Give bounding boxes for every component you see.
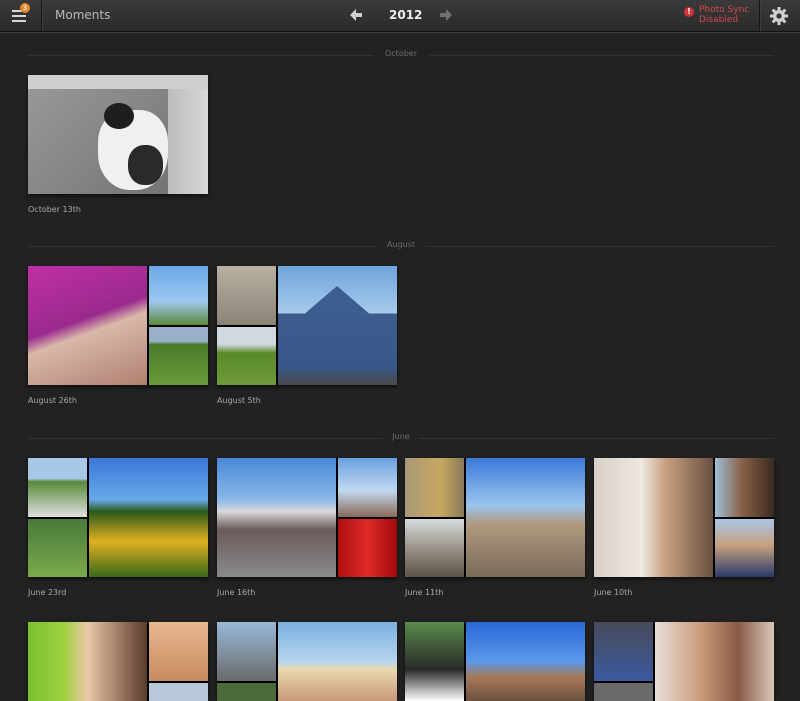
menu-button[interactable]: 3 [0,0,42,31]
moment-date: June 16th [217,588,256,597]
moment-thumbnail[interactable] [28,266,208,385]
photo-tile [405,458,464,517]
section-label: August [381,240,421,249]
photo-tile [594,458,713,577]
photo-tile [594,683,653,701]
photo-tile [715,458,774,517]
photo-tile [217,683,276,701]
photo-tile [466,458,585,577]
photo-tile [338,458,397,517]
photo-tile [594,622,653,681]
moment-thumbnail[interactable] [594,458,774,577]
photo-tile [217,266,276,325]
gear-icon[interactable] [769,6,789,26]
moment-date: June 11th [405,588,444,597]
page-title: Moments [55,8,111,22]
photo-tile [149,622,208,681]
section-label: June [386,432,416,441]
moment-thumbnail[interactable] [28,622,208,701]
moment-date: August 5th [217,396,261,405]
moment-date: October 13th [28,205,81,214]
alert-icon: ! [684,7,694,17]
photo-tile [28,266,147,385]
moment-thumbnail[interactable] [217,266,397,385]
moment-thumbnail[interactable] [405,622,585,701]
moment-thumbnail[interactable] [594,622,774,701]
sync-status-line2: Disabled [699,15,739,25]
section-label: October [378,49,423,58]
notification-badge: 3 [20,3,30,13]
section-header-june: June [28,432,774,444]
photo-tile [217,622,276,681]
photo-tile [655,622,774,701]
arrow-right-icon[interactable] [438,7,454,23]
arrow-left-icon[interactable] [348,7,364,23]
toolbar: 3 Moments 2012 ! Photo Sync Disabled [0,0,800,32]
moment-thumbnail[interactable] [217,458,397,577]
moment-thumbnail[interactable] [28,458,208,577]
photo-tile [28,622,147,701]
section-header-august: August [28,240,774,252]
section-header-october: October [28,49,774,61]
moment-thumbnail[interactable] [217,622,397,701]
photo-tile [278,622,397,701]
photo-tile [338,519,397,577]
moment-date: August 26th [28,396,77,405]
photo-tile [28,519,87,577]
moment-thumbnail[interactable] [405,458,585,577]
moment-date: June 23rd [28,588,67,597]
photo-tile [715,519,774,577]
photo-tile [28,458,87,517]
photo-tile [217,327,276,385]
photo-tile [149,683,208,701]
photo-tile [466,622,585,701]
photo-tile [405,519,464,577]
toolbar-divider [759,0,760,31]
photo-tile [149,266,208,325]
photo-tile [217,458,336,577]
year-label: 2012 [389,8,423,22]
photo-tile [278,266,397,385]
sync-status-line1: Photo Sync [699,5,750,15]
photo-tile [149,327,208,385]
moment-date: June 10th [594,588,633,597]
photo-tile [405,622,464,701]
moment-thumbnail[interactable] [28,75,208,194]
photo-tile [89,458,208,577]
